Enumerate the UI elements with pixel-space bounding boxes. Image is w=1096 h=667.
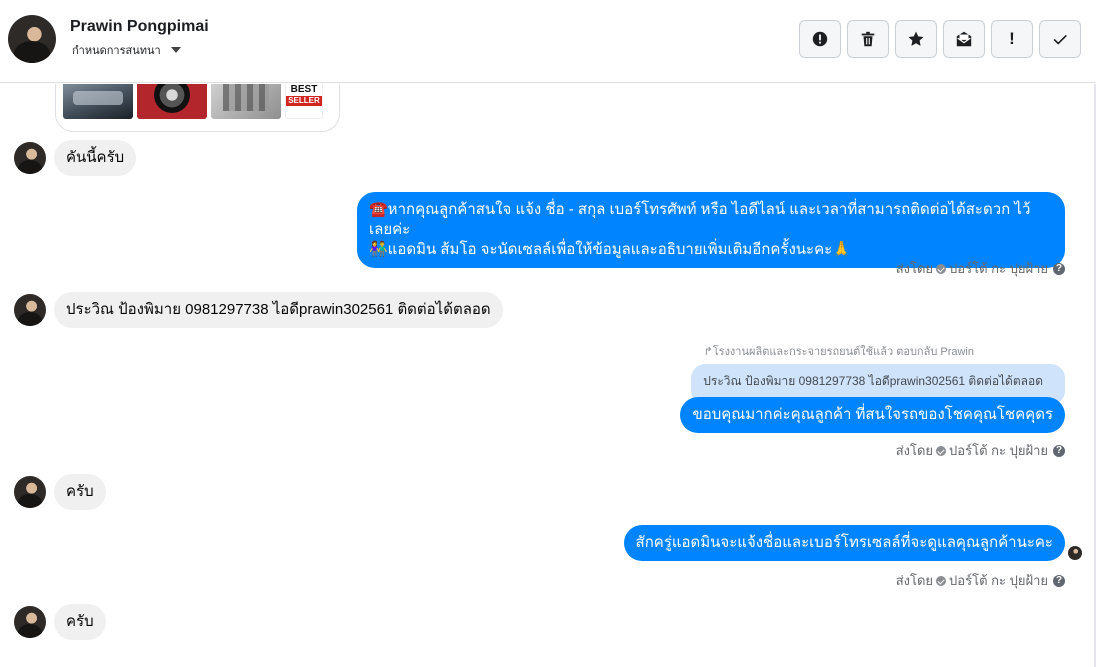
sent-by-prefix: ส่งโดย [895, 261, 934, 276]
help-icon[interactable]: ? [1053, 574, 1065, 587]
car-photo [63, 84, 133, 119]
sender-name[interactable]: ปอร์โต้ กะ ปุยฝ้าย [949, 440, 1048, 461]
sent-by-prefix: ส่งโดย [895, 443, 934, 458]
incoming-message: คันนี้ครับ [14, 140, 137, 176]
message-bubble[interactable]: ครับ [54, 604, 106, 640]
contact-avatar-small[interactable] [14, 476, 46, 508]
seen-indicator-avatar [1068, 546, 1082, 560]
caret-down-icon [170, 47, 181, 53]
message-bubble[interactable]: ครับ [54, 474, 106, 510]
sent-by-prefix: ส่งโดย [895, 573, 934, 588]
contact-avatar[interactable] [8, 15, 56, 63]
message-thread[interactable]: BEST SELLER คันนี้ครับ ☎️หากคุณลูกค้าสนใ… [0, 84, 1096, 667]
delete-button[interactable] [847, 20, 889, 58]
image-attachment[interactable]: BEST SELLER [55, 84, 340, 132]
contact-avatar-small[interactable] [14, 606, 46, 638]
envelope-icon [956, 31, 972, 47]
incoming-message: ครับ [14, 604, 106, 640]
sender-name[interactable]: ปอร์โต้ กะ ปุยฝ้าย [949, 258, 1048, 279]
outgoing-message-bubble[interactable]: สักครู่แอดมินจะแจ้งชื่อและเบอร์โทรเซลล์ท… [623, 525, 1065, 561]
conversation-label-menu[interactable]: กำหนดการสนทนา [72, 41, 181, 59]
trash-icon [861, 31, 875, 47]
help-icon[interactable]: ? [1053, 262, 1065, 275]
message-line: 👫แอดมิน ส้มโอ จะนัดเซลล์เพื่อให้ข้อมูลแล… [369, 241, 851, 258]
mark-done-button[interactable] [1039, 20, 1081, 58]
message-bubble[interactable]: ประวิณ ป้องพิมาย 0981297738 ไอดีprawin30… [54, 292, 503, 328]
contact-avatar-small[interactable] [14, 294, 46, 326]
verified-icon [936, 263, 947, 274]
message-line: ☎️หากคุณลูกค้าสนใจ แจ้ง ชื่อ - สกุล เบอร… [369, 201, 1031, 238]
mark-unread-button[interactable] [943, 20, 985, 58]
star-button[interactable] [895, 20, 937, 58]
incoming-message: ครับ [14, 474, 106, 510]
sent-by-info: ส่งโดย ปอร์โต้ กะ ปุยฝ้าย ? [896, 258, 1065, 279]
best-seller-badge: BEST SELLER [285, 84, 323, 119]
incoming-message: ประวิณ ป้องพิมาย 0981297738 ไอดีprawin30… [14, 292, 503, 328]
interior-photo [211, 84, 281, 119]
verified-icon [936, 575, 947, 586]
outgoing-message-bubble[interactable]: ☎️หากคุณลูกค้าสนใจ แจ้ง ชื่อ - สกุล เบอร… [357, 192, 1065, 268]
message-bubble[interactable]: คันนี้ครับ [54, 140, 137, 176]
sent-by-info: ส่งโดย ปอร์โต้ กะ ปุยฝ้าย ? [896, 440, 1065, 461]
conversation-header: Prawin Pongpimai กำหนดการสนทนา ! [0, 0, 1096, 83]
contact-name[interactable]: Prawin Pongpimai [70, 18, 209, 36]
contact-avatar-small[interactable] [14, 142, 46, 174]
sent-by-info: ส่งโดย ปอร์โต้ กะ ปุยฝ้าย ? [896, 570, 1065, 591]
verified-icon [936, 445, 947, 456]
exclamation-icon: ! [1009, 29, 1015, 48]
conversation-label-text: กำหนดการสนทนา [72, 45, 161, 57]
reply-indicator: ↱โรงงานผลิตและกระจายรถยนต์ใช้แล้ว ตอบกลั… [703, 346, 974, 358]
spam-button[interactable]: ! [991, 20, 1033, 58]
help-icon[interactable]: ? [1053, 444, 1065, 457]
alert-circle-icon [812, 31, 828, 47]
check-icon [1053, 34, 1067, 45]
outgoing-message-bubble[interactable]: ขอบคุณมากค่ะคุณลูกค้า ที่สนใจรถของโชคคุณ… [680, 397, 1065, 433]
report-button[interactable] [799, 20, 841, 58]
sender-name[interactable]: ปอร์โต้ กะ ปุยฝ้าย [949, 570, 1048, 591]
header-actions: ! [799, 20, 1081, 58]
wheel-photo [137, 84, 207, 119]
star-icon [908, 31, 924, 46]
